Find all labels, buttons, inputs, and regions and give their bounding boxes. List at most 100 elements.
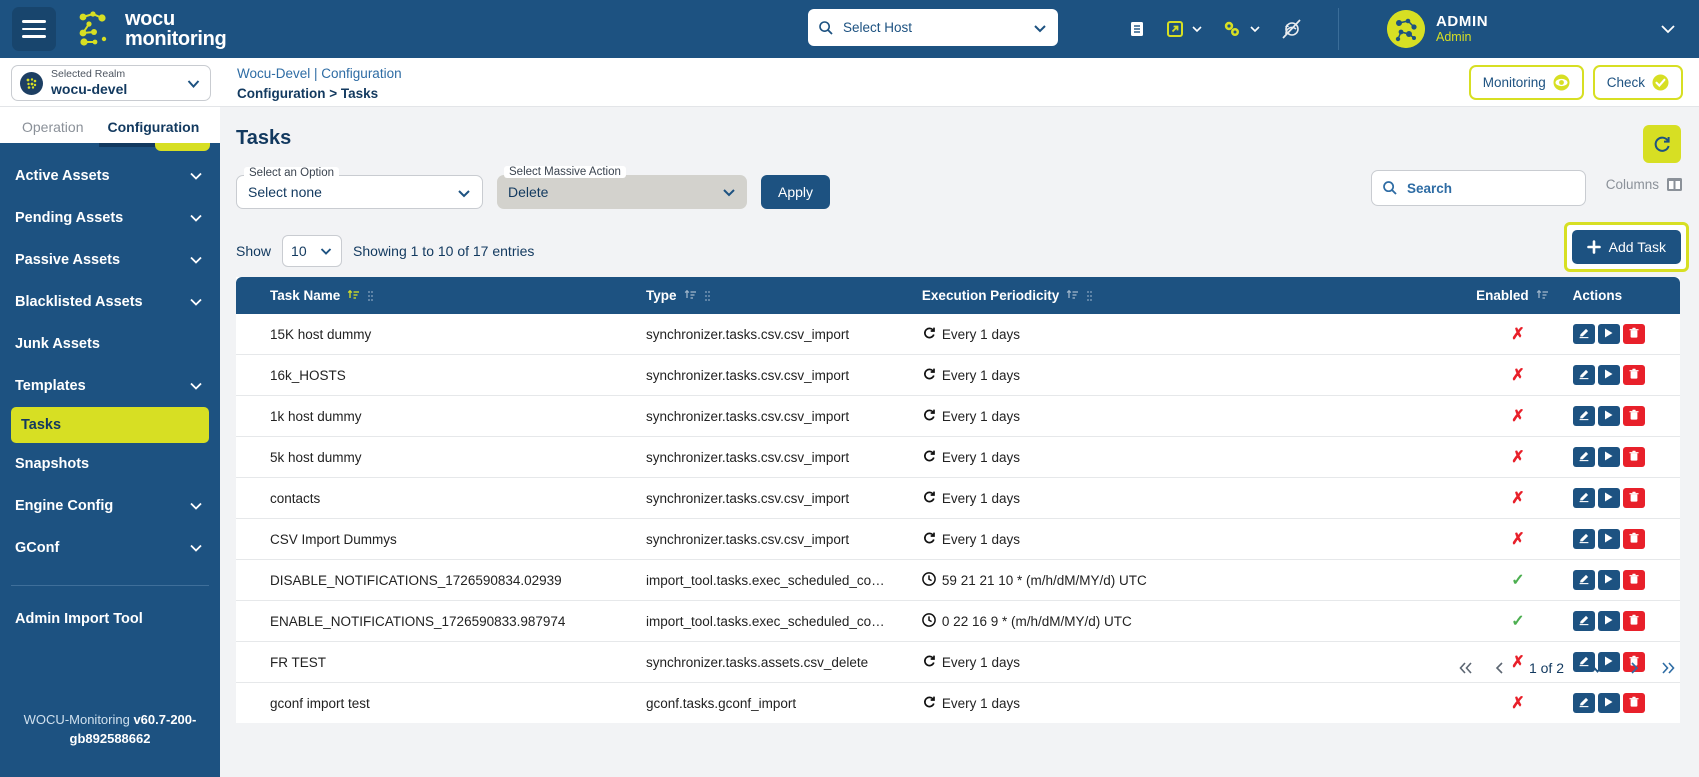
- tab-configuration[interactable]: Configuration: [99, 119, 207, 147]
- pagination-last-button[interactable]: [1653, 653, 1683, 683]
- column-resize-grip[interactable]: [704, 290, 711, 302]
- edit-task-button[interactable]: [1572, 693, 1595, 713]
- tab-operation[interactable]: Operation: [22, 119, 83, 143]
- trash-icon: [1628, 409, 1640, 424]
- host-search-select[interactable]: Select Host: [808, 9, 1058, 46]
- edit-task-button[interactable]: [1572, 447, 1595, 467]
- run-task-button[interactable]: [1597, 529, 1620, 549]
- version-prefix: WOCU-Monitoring: [23, 712, 134, 728]
- cell-actions: [1562, 477, 1680, 519]
- delete-task-button[interactable]: [1622, 406, 1645, 426]
- pagination-first-button[interactable]: [1451, 653, 1481, 683]
- run-task-button[interactable]: [1597, 570, 1620, 590]
- edit-task-button[interactable]: [1572, 406, 1595, 426]
- sort-icon[interactable]: [347, 289, 360, 302]
- table-row[interactable]: 5k host dummy synchronizer.tasks.csv.csv_…: [236, 436, 1680, 478]
- search-input[interactable]: Search: [1371, 170, 1586, 206]
- periodicity-text: 0 22 16 9 * (m/h/dM/MY/d) UTC: [941, 613, 1132, 629]
- refresh-icon: [922, 449, 936, 466]
- table-row[interactable]: contacts synchronizer.tasks.csv.csv_impor…: [236, 477, 1680, 519]
- breadcrumb-realm[interactable]: Wocu-Devel | Configuration: [237, 64, 402, 84]
- gears-icon[interactable]: [1212, 19, 1270, 39]
- run-task-button[interactable]: [1597, 365, 1620, 385]
- table-row[interactable]: DISABLE_NOTIFICATIONS_1726590834.02939 im…: [236, 559, 1680, 601]
- columns-button[interactable]: Columns: [1606, 177, 1683, 192]
- delete-task-button[interactable]: [1622, 324, 1645, 344]
- sidebar-item-blacklisted-assets[interactable]: Blacklisted Assets: [0, 281, 220, 323]
- pagination-current-page: 1 of 2: [1528, 660, 1564, 676]
- pagination-page-select[interactable]: 1 of 2: [1519, 652, 1615, 684]
- pagination-prev-button[interactable]: [1485, 653, 1515, 683]
- search-placeholder: Search: [1407, 180, 1453, 196]
- delete-task-button[interactable]: [1622, 611, 1645, 631]
- sidebar-item-templates[interactable]: Templates: [0, 365, 220, 407]
- column-header-type[interactable]: Type: [636, 277, 912, 314]
- run-task-button[interactable]: [1597, 693, 1620, 713]
- column-header-enabled[interactable]: Enabled: [1413, 277, 1562, 314]
- pagination-next-button[interactable]: [1619, 653, 1649, 683]
- hamburger-icon[interactable]: [12, 7, 56, 51]
- table-row[interactable]: CSV Import Dummys synchronizer.tasks.csv.…: [236, 518, 1680, 560]
- edit-task-button[interactable]: [1572, 570, 1595, 590]
- sort-icon[interactable]: [1066, 289, 1079, 302]
- column-header-execution-periodicity[interactable]: Execution Periodicity: [912, 277, 1413, 314]
- edit-task-button[interactable]: [1572, 365, 1595, 385]
- sidebar-item-pending-assets[interactable]: Pending Assets: [0, 197, 220, 239]
- book-icon[interactable]: [1118, 19, 1156, 39]
- cell-actions: [1562, 600, 1680, 642]
- brand-logo[interactable]: wocu monitoring: [76, 9, 227, 49]
- sidebar-item-engine-config[interactable]: Engine Config: [0, 485, 220, 527]
- delete-task-button[interactable]: [1622, 570, 1645, 590]
- sidebar-item-active-assets[interactable]: Active Assets: [0, 155, 220, 197]
- delete-task-button[interactable]: [1622, 447, 1645, 467]
- edit-task-button[interactable]: [1572, 488, 1595, 508]
- select-massive-action-dropdown[interactable]: Select Massive Action Delete: [497, 166, 747, 209]
- run-task-button[interactable]: [1597, 447, 1620, 467]
- sidebar-item-tasks[interactable]: Tasks: [11, 407, 209, 443]
- external-link-icon[interactable]: [1156, 19, 1212, 39]
- sidebar-item-gconf[interactable]: GConf: [0, 527, 220, 569]
- refresh-button[interactable]: [1643, 125, 1681, 163]
- run-task-button[interactable]: [1597, 488, 1620, 508]
- realm-selector[interactable]: Selected Realm wocu-devel: [11, 65, 211, 101]
- sidebar-item-passive-assets[interactable]: Passive Assets: [0, 239, 220, 281]
- table-row[interactable]: 1k host dummy synchronizer.tasks.csv.csv_…: [236, 395, 1680, 437]
- delete-task-button[interactable]: [1622, 693, 1645, 713]
- run-task-button[interactable]: [1597, 611, 1620, 631]
- periodicity-text: Every 1 days: [941, 326, 1020, 342]
- column-header-task-name[interactable]: Task Name: [236, 277, 636, 314]
- select-an-option-dropdown[interactable]: Select an Option Select none: [236, 167, 483, 209]
- edit-task-button[interactable]: [1572, 611, 1595, 631]
- sidebar-item-snapshots[interactable]: Snapshots: [0, 443, 220, 485]
- run-task-button[interactable]: [1597, 324, 1620, 344]
- cell-type: synchronizer.tasks.csv.csv_import: [636, 436, 912, 478]
- sort-icon[interactable]: [684, 289, 697, 302]
- sidebar-item-label: Templates: [15, 378, 86, 394]
- cell-actions: [1562, 518, 1680, 560]
- column-resize-grip[interactable]: [367, 290, 374, 302]
- delete-task-button[interactable]: [1622, 488, 1645, 508]
- apply-button[interactable]: Apply: [761, 175, 831, 209]
- sidebar-item-admin-import-tool[interactable]: Admin Import Tool: [0, 598, 220, 640]
- table-row[interactable]: 15K host dummy synchronizer.tasks.csv.csv…: [236, 314, 1680, 355]
- edit-task-button[interactable]: [1572, 529, 1595, 549]
- column-resize-grip[interactable]: [1086, 290, 1093, 302]
- sidebar-item-junk-assets[interactable]: Junk Assets: [0, 323, 220, 365]
- page-length-select[interactable]: 10: [282, 235, 343, 267]
- sort-icon[interactable]: [1536, 289, 1549, 302]
- delete-task-button[interactable]: [1622, 365, 1645, 385]
- check-button[interactable]: Check: [1592, 65, 1683, 100]
- monitoring-button[interactable]: Monitoring: [1468, 65, 1584, 100]
- no-notifications-icon[interactable]: [1270, 18, 1312, 40]
- table-row[interactable]: gconf import test gconf.tasks.gconf_impor…: [236, 683, 1680, 724]
- disabled-cross-icon: ✗: [1511, 449, 1525, 466]
- cell-task-name: 16k_HOSTS: [236, 354, 637, 396]
- chevron-down-icon: [1034, 24, 1046, 32]
- table-row[interactable]: 16k_HOSTS synchronizer.tasks.csv.csv_impo…: [236, 354, 1680, 396]
- add-task-button[interactable]: Add Task: [1571, 230, 1681, 264]
- run-task-button[interactable]: [1597, 406, 1620, 426]
- table-row[interactable]: ENABLE_NOTIFICATIONS_1726590833.987974 im…: [236, 600, 1680, 642]
- user-menu[interactable]: ADMIN Admin: [1369, 0, 1699, 58]
- edit-task-button[interactable]: [1572, 324, 1595, 344]
- delete-task-button[interactable]: [1622, 529, 1645, 549]
